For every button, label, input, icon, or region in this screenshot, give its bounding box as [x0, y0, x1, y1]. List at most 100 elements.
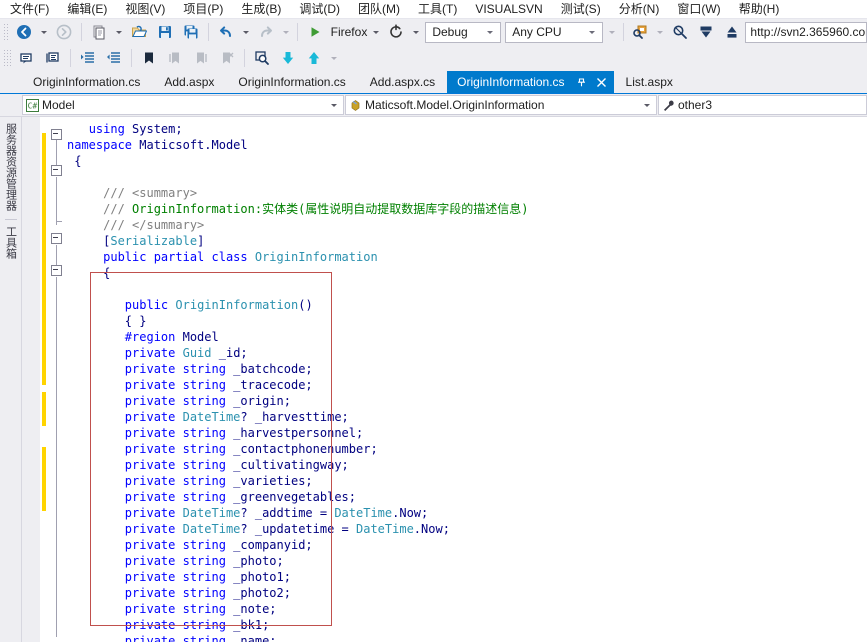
uncomment-icon[interactable] [40, 47, 66, 69]
chevron-down-icon [487, 30, 494, 34]
svn-update-icon[interactable] [693, 21, 719, 43]
document-tab-active[interactable]: OriginInformation.cs [447, 71, 614, 93]
previous-bookmark-icon[interactable] [162, 47, 188, 69]
menu-item-9[interactable]: 测试(S) [552, 0, 610, 19]
find-symbol-icon[interactable] [627, 21, 653, 43]
code-text[interactable]: using System; namespace Maticsoft.Model {… [67, 117, 867, 642]
fold-collapse-icon[interactable] [51, 165, 62, 176]
new-project-dropdown-caret[interactable] [116, 30, 123, 34]
code-line: private string _companyid; [124, 538, 313, 552]
start-debug-icon[interactable] [302, 21, 328, 43]
editor-glyph-margin[interactable] [22, 117, 40, 642]
code-line: private string _tracecode; [124, 378, 313, 392]
tabbar-left-spacer [0, 71, 21, 93]
platform-combo[interactable]: Any CPU [505, 21, 603, 43]
decrease-indent-icon[interactable] [101, 47, 127, 69]
navbar-type-combo[interactable]: Maticsoft.Model.OriginInformation [345, 95, 657, 115]
navbar-left-spacer [0, 94, 21, 116]
toolbar-separator-2 [208, 23, 209, 41]
code-line: private string _name; [124, 634, 277, 642]
find-symbol-caret[interactable] [657, 30, 664, 34]
bookmark-icon[interactable] [136, 47, 162, 69]
close-icon[interactable] [595, 76, 608, 89]
find-in-files-icon[interactable] [249, 47, 275, 69]
class-icon [349, 99, 362, 112]
document-tabs: OriginInformation.cs Add.aspx OriginInform… [21, 71, 685, 93]
pin-icon[interactable] [575, 76, 588, 89]
save-icon[interactable] [152, 21, 178, 43]
configuration-combo[interactable]: Debug [425, 21, 502, 43]
toolbar2-separator-2 [131, 49, 132, 67]
comment-icon[interactable] [14, 47, 40, 69]
fold-collapse-icon[interactable] [51, 265, 62, 276]
svn-url-field[interactable]: http://svn2.365960.com:1080 [745, 21, 867, 43]
document-tab[interactable]: Add.aspx.cs [357, 71, 448, 93]
navbar-project-combo[interactable]: C# Model [22, 95, 344, 115]
svn-commit-icon[interactable] [719, 21, 745, 43]
document-tab-label: OriginInformation.cs [33, 75, 141, 89]
sidebar-item-server-explorer[interactable]: 服务器资源管理器 [5, 119, 17, 215]
refresh-caret[interactable] [413, 30, 420, 34]
open-file-icon[interactable] [126, 21, 152, 43]
document-tab-label: Add.aspx.cs [369, 75, 436, 89]
save-all-icon[interactable] [178, 21, 204, 43]
run-target-caret[interactable] [373, 30, 380, 34]
redo-icon[interactable] [253, 21, 279, 43]
document-tab[interactable]: OriginInformation.cs [226, 71, 358, 93]
navigate-back-icon[interactable] [11, 21, 37, 43]
toolbar-separator-4 [622, 23, 624, 41]
code-line: private string _greenvegetables; [124, 490, 356, 504]
toolbar-overflow-caret[interactable] [608, 30, 615, 34]
svn-url-value: http://svn2.365960.com:1080 [750, 25, 866, 39]
new-project-icon[interactable] [86, 21, 112, 43]
left-dock-bar: 服务器资源管理器 工具箱 [0, 117, 22, 642]
menu-item-5[interactable]: 调试(D) [290, 0, 349, 19]
run-target-label[interactable]: Firefox [328, 25, 370, 39]
fold-collapse-icon[interactable] [51, 129, 62, 140]
next-bookmark-icon[interactable] [188, 47, 214, 69]
document-tab[interactable]: OriginInformation.cs [21, 71, 153, 93]
toolbar-grip[interactable] [3, 23, 10, 41]
toolbar2-overflow-caret[interactable] [331, 56, 337, 60]
navbar-member-combo[interactable]: other3 [658, 95, 867, 115]
code-line: /// <summary> [67, 186, 198, 200]
upload-icon[interactable] [301, 47, 327, 69]
code-line: public partial class OriginInformation [103, 250, 378, 264]
toolbar2-separator [70, 49, 71, 67]
code-line: public OriginInformation() [124, 298, 313, 312]
toolbar2-grip[interactable] [3, 49, 12, 67]
document-tab-label: OriginInformation.cs [457, 75, 565, 89]
menu-item-8[interactable]: VISUALSVN [466, 0, 551, 19]
navbar-type-label: Maticsoft.Model.OriginInformation [365, 98, 545, 112]
clear-bookmarks-icon[interactable] [214, 47, 240, 69]
menu-item-12[interactable]: 帮助(H) [730, 0, 789, 19]
menu-item-10[interactable]: 分析(N) [610, 0, 669, 19]
redo-dropdown-caret[interactable] [282, 30, 289, 34]
text-editor-toolbar [0, 45, 867, 71]
document-tab[interactable]: Add.aspx [152, 71, 227, 93]
increase-indent-icon[interactable] [75, 47, 101, 69]
code-line: private string _photo; [124, 554, 284, 568]
standard-toolbar: Firefox Debug Any CPU http://svn2.365960… [0, 18, 867, 45]
code-line: private string _photo1; [124, 570, 291, 584]
menu-item-2[interactable]: 视图(V) [116, 0, 174, 19]
download-icon[interactable] [275, 47, 301, 69]
undo-dropdown-caret[interactable] [242, 30, 249, 34]
document-tab[interactable]: List.aspx [613, 71, 685, 93]
menu-item-7[interactable]: 工具(T) [409, 0, 466, 19]
sidebar-item-toolbox[interactable]: 工具箱 [4, 219, 17, 263]
menu-item-11[interactable]: 窗口(W) [668, 0, 729, 19]
fold-collapse-icon[interactable] [51, 233, 62, 244]
menu-item-4[interactable]: 生成(B) [232, 0, 290, 19]
menu-item-0[interactable]: 文件(F) [4, 0, 58, 19]
editor-outlining-margin[interactable] [50, 117, 64, 642]
svn-check-icon[interactable] [667, 21, 693, 43]
refresh-icon[interactable] [383, 21, 409, 43]
undo-icon[interactable] [213, 21, 239, 43]
menu-item-1[interactable]: 编辑(E) [58, 0, 116, 19]
code-editor[interactable]: using System; namespace Maticsoft.Model {… [22, 117, 867, 642]
menu-item-3[interactable]: 项目(P) [174, 0, 232, 19]
menu-item-6[interactable]: 团队(M) [349, 0, 409, 19]
navigate-back-dropdown-caret[interactable] [41, 30, 48, 34]
navigate-forward-icon[interactable] [51, 21, 77, 43]
